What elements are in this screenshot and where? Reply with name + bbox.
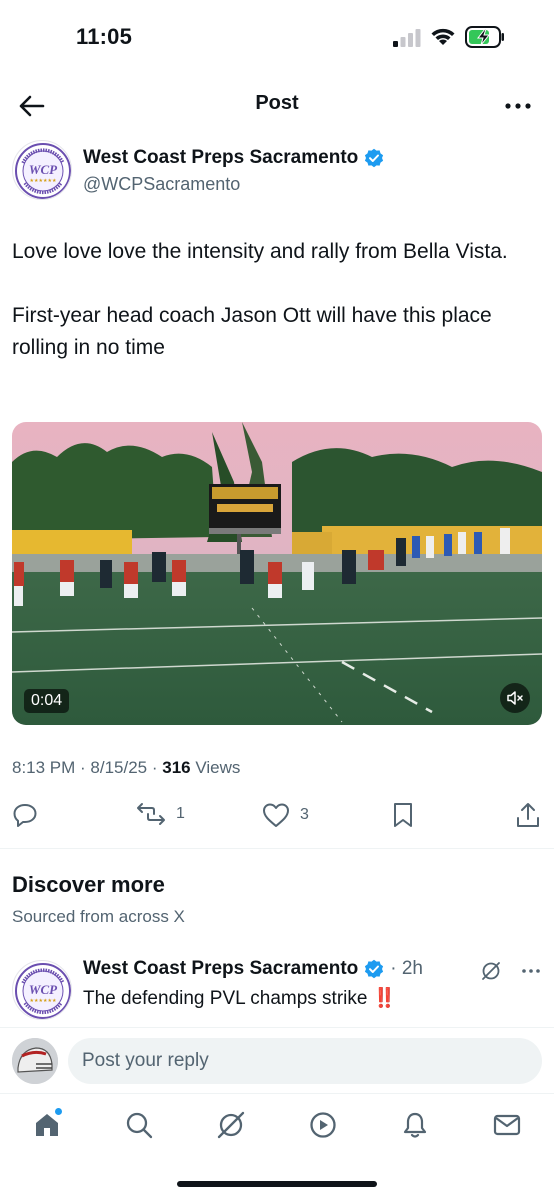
tab-messages[interactable]	[490, 1108, 524, 1142]
home-icon	[36, 1114, 58, 1136]
wifi-icon	[431, 28, 455, 45]
recommended-post[interactable]: WCP ★★★★★★ West Coast Preps Sacramento ·…	[12, 954, 542, 1026]
bottom-tab-bar	[0, 1093, 554, 1157]
post-timestamp: 8:13 PM · 8/15/25 ·	[12, 758, 163, 777]
post-meta: 8:13 PM · 8/15/25 · 316 Views	[12, 758, 240, 778]
mail-icon	[493, 1114, 521, 1136]
svg-text:WCP: WCP	[29, 982, 58, 997]
bookmark-button[interactable]	[392, 802, 414, 828]
post-header: Post	[0, 76, 554, 136]
views-count: 316	[162, 758, 191, 777]
tab-home[interactable]	[30, 1108, 64, 1142]
reply-bubble-icon	[13, 804, 37, 827]
cellular-signal-icon	[393, 29, 421, 47]
wcp-logo-icon: WCP ★★★★★★	[15, 143, 71, 199]
author-handle: @WCPSacramento	[83, 174, 241, 194]
grok-icon[interactable]	[480, 960, 502, 982]
user-avatar	[12, 1038, 58, 1084]
page-title: Post	[255, 92, 299, 114]
more-horizontal-icon[interactable]	[520, 960, 542, 982]
recommended-post-time: · 2h	[390, 958, 423, 979]
reply-bar: Post your reply	[0, 1027, 554, 1093]
notification-dot	[55, 1108, 62, 1115]
views-label: Views	[190, 758, 241, 777]
recommended-author-avatar[interactable]: WCP ★★★★★★	[12, 960, 72, 1020]
recommended-post-header: West Coast Preps Sacramento · 2h	[83, 958, 423, 980]
more-options-button[interactable]	[500, 88, 536, 124]
battery-charging-icon	[465, 26, 504, 48]
author-name-row: West Coast Preps Sacramento	[83, 147, 384, 169]
wcp-logo-icon: WCP ★★★★★★	[15, 963, 71, 1019]
tab-notifications[interactable]	[398, 1108, 432, 1142]
status-bar: 11:05	[0, 0, 554, 76]
like-button[interactable]: 3	[262, 802, 309, 828]
more-horizontal-icon	[505, 103, 531, 109]
svg-text:WCP: WCP	[29, 162, 58, 177]
share-icon	[517, 803, 539, 827]
author-avatar[interactable]: WCP ★★★★★★	[12, 140, 72, 200]
helmet-avatar-icon	[12, 1038, 58, 1084]
speaker-muted-icon	[507, 691, 523, 705]
grok-icon	[217, 1111, 245, 1139]
recommended-author-name[interactable]: West Coast Preps Sacramento	[83, 958, 358, 980]
post-paragraph: First-year head coach Jason Ott will hav…	[12, 304, 492, 359]
repost-count: 1	[176, 805, 185, 822]
post-actions: 1 3	[0, 796, 554, 836]
post-text: Love love love the intensity and rally f…	[12, 236, 546, 396]
svg-text:★★★★★★: ★★★★★★	[30, 998, 57, 1004]
discover-title: Discover more	[12, 872, 165, 897]
search-icon	[126, 1112, 153, 1139]
share-button[interactable]	[516, 802, 540, 828]
video-duration: 0:04	[24, 689, 70, 713]
tab-search[interactable]	[122, 1108, 156, 1142]
tab-grok[interactable]	[214, 1108, 248, 1142]
bookmark-icon	[394, 803, 412, 827]
bell-icon	[403, 1112, 427, 1138]
post-video[interactable]: 0:04	[12, 422, 542, 725]
reply-input[interactable]: Post your reply	[68, 1038, 542, 1084]
recommended-post-text: The defending PVL champs strike ‼️	[83, 988, 397, 1009]
like-count: 3	[300, 806, 309, 823]
play-circle-icon	[310, 1112, 336, 1138]
post-author: WCP ★★★★★★ West Coast Preps Sacramento @…	[12, 140, 542, 206]
repost-button[interactable]: 1	[136, 802, 185, 826]
mute-button[interactable]	[500, 683, 530, 713]
reply-button[interactable]	[12, 802, 38, 828]
svg-text:★★★★★★: ★★★★★★	[30, 178, 57, 184]
verified-badge-icon	[365, 148, 384, 168]
home-indicator	[177, 1181, 377, 1187]
football-field-video-frame	[12, 422, 542, 725]
section-divider	[0, 848, 554, 849]
tab-video[interactable]	[306, 1108, 340, 1142]
verified-badge-icon	[365, 959, 384, 979]
heart-icon	[263, 803, 289, 827]
post-paragraph: Love love love the intensity and rally f…	[12, 240, 508, 263]
author-name[interactable]: West Coast Preps Sacramento	[83, 147, 358, 169]
status-time: 11:05	[76, 24, 133, 49]
repost-icon	[137, 803, 165, 825]
discover-subtitle: Sourced from across X	[12, 907, 185, 926]
